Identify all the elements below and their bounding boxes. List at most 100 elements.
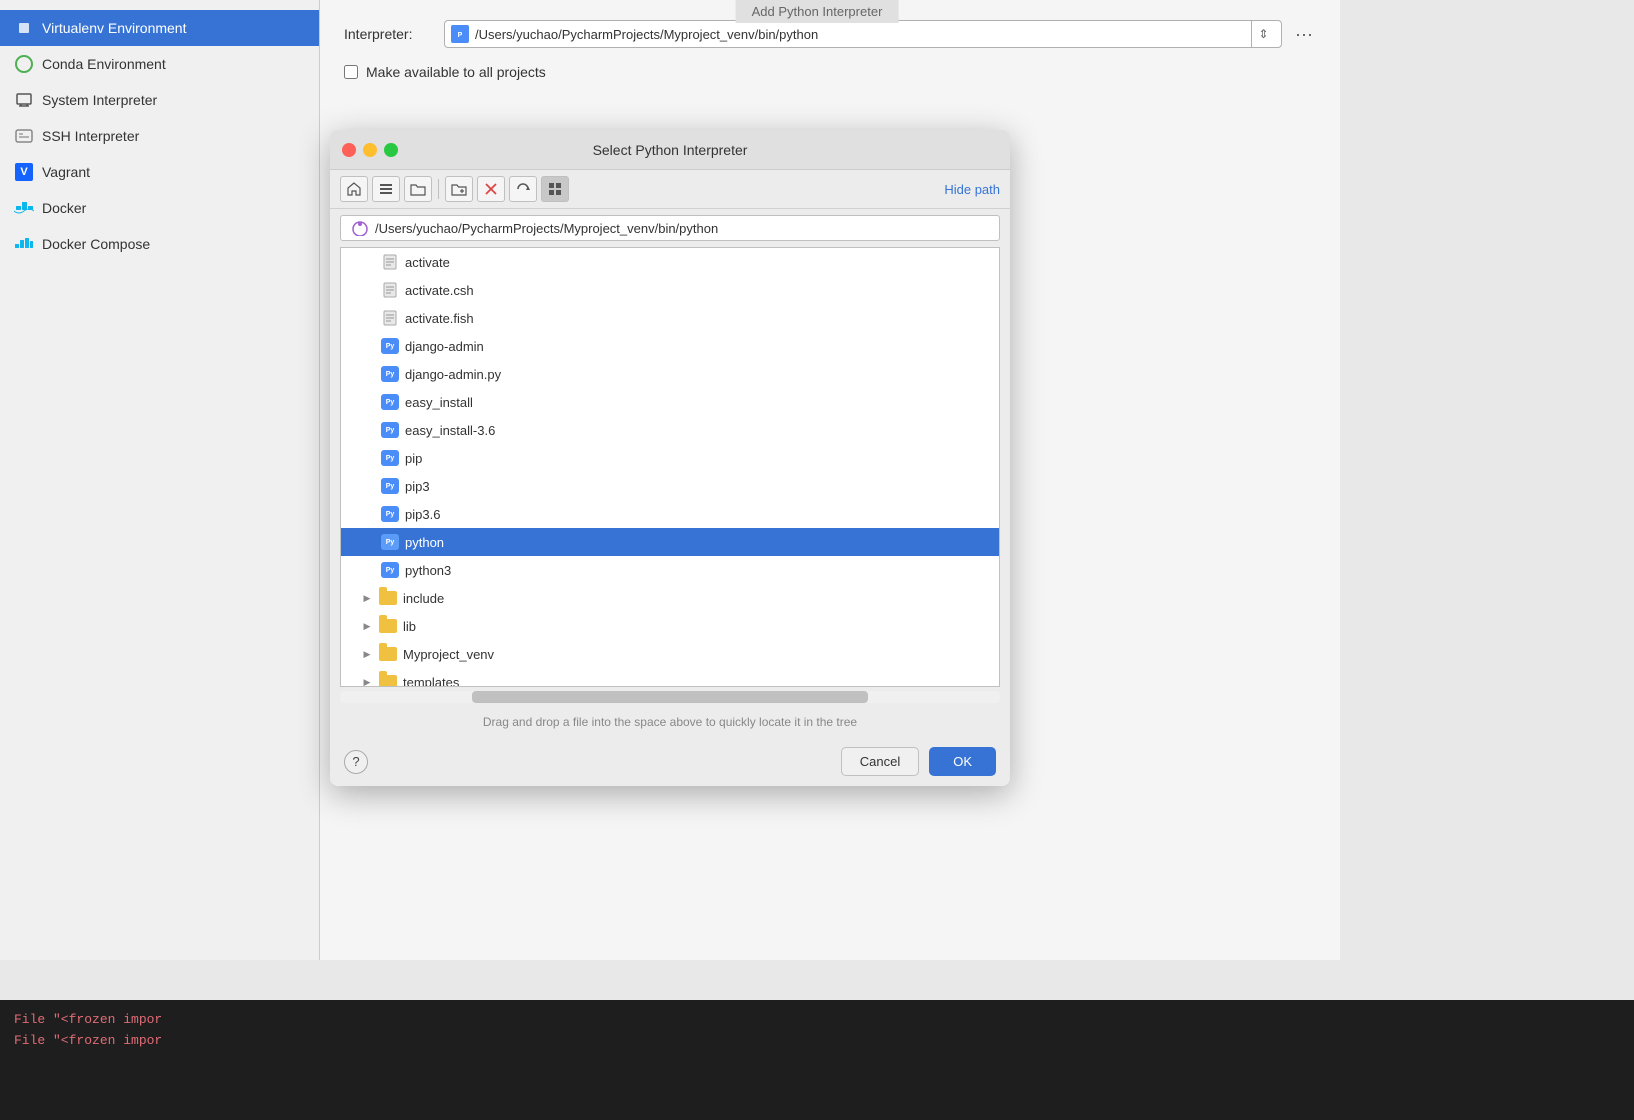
file-name: pip3.6 [405, 507, 440, 522]
terminal-text: File "<frozen impor [14, 1012, 162, 1027]
delete-button[interactable] [477, 176, 505, 202]
sidebar-item-docker-compose[interactable]: Docker Compose [0, 226, 319, 262]
file-name: activate.csh [405, 283, 474, 298]
make-available-checkbox[interactable] [344, 65, 358, 79]
file-name: easy_install [405, 395, 473, 410]
checkbox-row: Make available to all projects [344, 64, 1316, 80]
py-file-icon: Py [381, 338, 399, 354]
list-item[interactable]: Py pip [341, 444, 999, 472]
sidebar-item-label: Vagrant [42, 164, 90, 180]
sidebar-item-label: Conda Environment [42, 56, 166, 72]
help-button[interactable]: ? [344, 750, 368, 774]
vagrant-icon: V [14, 162, 34, 182]
list-item[interactable]: activate [341, 248, 999, 276]
dropdown-arrow-icon[interactable]: ⇕ [1251, 20, 1275, 48]
python-icon: P [451, 25, 469, 43]
folder-icon [379, 618, 397, 634]
list-item[interactable]: Py easy_install [341, 388, 999, 416]
file-name: python3 [405, 563, 451, 578]
expand-triangle-icon: ▶ [361, 592, 373, 604]
list-item[interactable]: Py django-admin [341, 332, 999, 360]
script-file-icon [381, 282, 399, 298]
py-file-icon: Py [381, 562, 399, 578]
grid-button[interactable] [541, 176, 569, 202]
sidebar-item-virtualenv[interactable]: Virtualenv Environment [0, 10, 319, 46]
py-file-icon: Py [381, 450, 399, 466]
titlebar-buttons [342, 143, 398, 157]
list-item-folder-include[interactable]: ▶ include [341, 584, 999, 612]
system-icon [14, 90, 34, 110]
horizontal-scrollbar[interactable] [340, 691, 1000, 703]
py-file-icon: Py [381, 394, 399, 410]
folder-name: Myproject_venv [403, 647, 494, 662]
list-item[interactable]: Py easy_install-3.6 [341, 416, 999, 444]
path-bar-text: /Users/yuchao/PycharmProjects/Myproject_… [375, 221, 718, 236]
sidebar-item-conda[interactable]: Conda Environment [0, 46, 319, 82]
list-item[interactable]: Py pip3 [341, 472, 999, 500]
sidebar: Virtualenv Environment Conda Environment… [0, 0, 320, 960]
file-name: django-admin [405, 339, 484, 354]
list-item-folder-templates[interactable]: ▶ templates [341, 668, 999, 687]
ssh-icon [14, 126, 34, 146]
expand-triangle-icon: ▶ [361, 620, 373, 632]
interpreter-label: Interpreter: [344, 26, 434, 42]
refresh-button[interactable] [509, 176, 537, 202]
file-name: pip3 [405, 479, 430, 494]
file-name: easy_install-3.6 [405, 423, 495, 438]
list-item[interactable]: Py pip3.6 [341, 500, 999, 528]
folder-name: include [403, 591, 444, 606]
list-item[interactable]: Py django-admin.py [341, 360, 999, 388]
scrollbar-thumb [472, 691, 868, 703]
sidebar-item-vagrant[interactable]: V Vagrant [0, 154, 319, 190]
sidebar-item-label: Docker Compose [42, 236, 150, 252]
folder-icon [379, 590, 397, 606]
list-item-folder-myproject[interactable]: ▶ Myproject_venv [341, 640, 999, 668]
maximize-button[interactable] [384, 143, 398, 157]
docker-icon [14, 198, 34, 218]
virtualenv-icon [14, 18, 34, 38]
script-file-icon [381, 310, 399, 326]
inner-ok-button[interactable]: OK [929, 747, 996, 776]
expand-triangle-icon: ▶ [361, 648, 373, 660]
sidebar-item-label: Docker [42, 200, 86, 216]
window-title: Add Python Interpreter [752, 4, 883, 19]
window-titlebar: Add Python Interpreter [736, 0, 899, 23]
inner-dialog: Select Python Interpreter [330, 130, 1010, 786]
inner-dialog-titlebar: Select Python Interpreter [330, 130, 1010, 170]
list-item[interactable]: activate.fish [341, 304, 999, 332]
list-view-button[interactable] [372, 176, 400, 202]
svg-text:P: P [458, 32, 463, 39]
close-button[interactable] [342, 143, 356, 157]
path-bar[interactable]: /Users/yuchao/PycharmProjects/Myproject_… [340, 215, 1000, 241]
hide-path-button[interactable]: Hide path [944, 182, 1000, 197]
folder-button[interactable] [404, 176, 432, 202]
file-list[interactable]: activate activate.csh activate.fish Py d… [340, 247, 1000, 687]
folder-icon [379, 646, 397, 662]
folder-name: templates [403, 675, 459, 688]
py-file-icon: Py [381, 422, 399, 438]
drag-hint: Drag and drop a file into the space abov… [330, 707, 1010, 737]
sidebar-item-label: SSH Interpreter [42, 128, 139, 144]
docker-compose-icon [14, 234, 34, 254]
inner-dialog-footer: ? Cancel OK [330, 737, 1010, 786]
minimize-button[interactable] [363, 143, 377, 157]
file-name: activate [405, 255, 450, 270]
more-options-button[interactable]: ··· [1292, 20, 1316, 48]
terminal-line: File "<frozen impor [14, 1031, 1620, 1052]
inner-cancel-button[interactable]: Cancel [841, 747, 919, 776]
path-bar-icon [351, 220, 369, 236]
new-folder-button[interactable] [445, 176, 473, 202]
sidebar-item-system[interactable]: System Interpreter [0, 82, 319, 118]
sidebar-item-docker[interactable]: Docker [0, 190, 319, 226]
toolbar-separator-1 [438, 179, 439, 199]
home-button[interactable] [340, 176, 368, 202]
list-item[interactable]: activate.csh [341, 276, 999, 304]
file-name: python [405, 535, 444, 550]
interpreter-path-box[interactable]: P /Users/yuchao/PycharmProjects/Myprojec… [444, 20, 1282, 48]
list-item[interactable]: Py python3 [341, 556, 999, 584]
file-name: django-admin.py [405, 367, 501, 382]
list-item-folder-lib[interactable]: ▶ lib [341, 612, 999, 640]
inner-dialog-title: Select Python Interpreter [593, 142, 748, 158]
list-item-python-selected[interactable]: Py python [341, 528, 999, 556]
sidebar-item-ssh[interactable]: SSH Interpreter [0, 118, 319, 154]
